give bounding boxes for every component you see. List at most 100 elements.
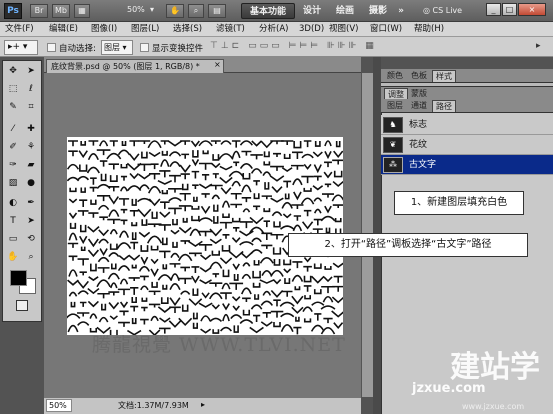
document-tab[interactable]: 底纹背景.psd @ 50% (图层 1, RGB/8) * (46, 59, 224, 73)
glyph-stroke (209, 261, 223, 269)
tab-color[interactable]: 颜色 (384, 70, 406, 82)
shape-tool-icon[interactable]: ▭ (5, 232, 21, 246)
glyph-stroke (160, 297, 169, 304)
history-brush-tool-icon[interactable]: ✑ (5, 158, 21, 172)
glyph-stroke (332, 262, 343, 269)
show-transform-checkbox[interactable] (140, 43, 149, 52)
quick-mask-icon[interactable] (16, 300, 28, 311)
glyph-stroke (140, 256, 149, 265)
dodge-tool-icon[interactable]: ◐ (5, 196, 21, 210)
glyph-stroke (109, 140, 118, 147)
close-button[interactable]: × (518, 3, 546, 16)
menu-analysis[interactable]: 分析(A) (259, 23, 288, 36)
glyph-stroke (68, 269, 78, 277)
brush-tool-icon[interactable]: ✐ (5, 140, 21, 154)
panel-collapse-icon[interactable]: ▸ (536, 41, 541, 51)
hand-tool-button[interactable]: ✋ (166, 4, 184, 18)
glyph-stroke (98, 316, 109, 323)
glyph-stroke (161, 190, 168, 195)
menu-select[interactable]: 选择(S) (173, 23, 202, 36)
menu-window[interactable]: 窗口(W) (370, 23, 402, 36)
maximize-button[interactable]: □ (502, 3, 517, 16)
glyph-stroke (262, 171, 272, 177)
auto-select-checkbox[interactable] (47, 43, 56, 52)
pen-tool-icon[interactable]: ✒ (23, 196, 39, 210)
glyph-stroke (68, 232, 78, 241)
clone-stamp-tool-icon[interactable]: ⚘ (23, 140, 39, 154)
status-menu-arrow-icon[interactable]: ▸ (201, 400, 205, 409)
path-select-tool-icon[interactable]: ➤ (23, 214, 39, 228)
menu-filter[interactable]: 滤镜(T) (216, 23, 245, 36)
glyph-stroke (242, 208, 251, 213)
cs-live-button[interactable]: ◎ CS Live (423, 3, 479, 19)
glyph-stroke (241, 196, 252, 203)
path-row-logo[interactable] (381, 115, 553, 135)
chevron-down-icon[interactable]: ▾ (150, 5, 154, 14)
hand-tool-icon[interactable]: ✋ (5, 250, 21, 264)
glyph-stroke (161, 237, 168, 246)
menu-layer[interactable]: 图层(L) (131, 23, 159, 36)
healing-tool-icon[interactable]: ✚ (23, 122, 39, 136)
view-extras-button[interactable]: ▦ (74, 4, 90, 18)
glyph-stroke (127, 185, 142, 192)
align-buttons[interactable]: ⊤⊥⊏ ▭▭▭ ⊨⊨⊨ ⊪⊪⊪ ▦ (210, 41, 377, 51)
path-thumbnail: ⁂ (383, 157, 403, 173)
quick-select-tool-icon[interactable]: ✎ (5, 100, 21, 114)
glyph-stroke (303, 275, 312, 283)
workspace-painting[interactable]: 绘画 (331, 3, 359, 19)
menu-view[interactable]: 视图(V) (329, 23, 358, 36)
tab-layers[interactable]: 图层 (384, 100, 406, 112)
zoom-field[interactable]: 50% (46, 399, 72, 412)
glyph-stroke (241, 150, 252, 156)
glyph-stroke (87, 153, 99, 161)
tab-channels[interactable]: 通道 (408, 100, 430, 112)
lasso-tool-icon[interactable]: ℓ (23, 82, 39, 96)
type-tool-icon[interactable]: T (5, 214, 21, 228)
tab-swatches[interactable]: 色板 (408, 70, 430, 82)
bridge-button[interactable]: Br (30, 4, 48, 18)
crop-tool-icon[interactable]: ⌗ (23, 100, 39, 114)
menu-file[interactable]: 文件(F) (5, 23, 34, 36)
minimize-button[interactable]: _ (486, 3, 501, 16)
eraser-tool-icon[interactable]: ▰ (23, 158, 39, 172)
path-row-pattern[interactable] (381, 135, 553, 155)
workspace-photography[interactable]: 摄影 (364, 3, 392, 19)
workspace-more[interactable]: » (395, 3, 407, 19)
menu-3d[interactable]: 3D(D) (299, 23, 324, 36)
zoom-tool-icon[interactable]: ⌕ (23, 250, 39, 264)
glyph-stroke (221, 282, 231, 290)
gradient-tool-icon[interactable]: ▨ (5, 176, 21, 190)
glyph-stroke (193, 196, 198, 202)
title-zoom[interactable]: 50% (127, 5, 145, 14)
workspace-basic[interactable]: 基本功能 (241, 3, 295, 19)
3d-rotate-tool-icon[interactable]: ⟲ (23, 232, 39, 246)
menu-help[interactable]: 帮助(H) (414, 23, 444, 36)
glyph-stroke (77, 312, 90, 317)
minibridge-button[interactable]: Mb (52, 4, 70, 18)
glyph-stroke (160, 159, 170, 167)
move-arrow-icon[interactable]: ➤ (23, 64, 39, 78)
menu-edit[interactable]: 编辑(E) (49, 23, 78, 36)
glyph-stroke (198, 244, 213, 251)
glyph-stroke (209, 292, 223, 300)
blur-tool-icon[interactable]: ● (23, 176, 39, 190)
workspace-design[interactable]: 设计 (298, 3, 326, 19)
zoom-tool-button[interactable]: ⌕ (188, 4, 204, 18)
foreground-color-front[interactable] (10, 270, 27, 286)
tool-preset-picker[interactable]: ▸+ ▾ (4, 40, 38, 55)
path-row-ancient-text[interactable] (381, 155, 553, 175)
marquee-tool-icon[interactable]: ⬚ (5, 82, 21, 96)
glyph-stroke (232, 263, 240, 271)
eyedropper-tool-icon[interactable]: ⁄ (5, 122, 21, 136)
glyph-stroke (230, 203, 243, 208)
glyph-stroke (181, 153, 190, 159)
tab-paths[interactable]: 路径 (432, 100, 456, 112)
close-tab-icon[interactable]: × (214, 60, 221, 69)
move-tool-icon[interactable]: ✥ (5, 64, 21, 78)
arrange-documents-button[interactable]: ▤ (208, 4, 226, 18)
tab-styles[interactable]: 样式 (432, 70, 456, 82)
glyph-stroke (137, 208, 152, 218)
auto-select-dropdown[interactable]: 图层 ▾ (101, 40, 133, 55)
glyph-stroke (273, 299, 281, 307)
menu-image[interactable]: 图像(I) (91, 23, 117, 36)
